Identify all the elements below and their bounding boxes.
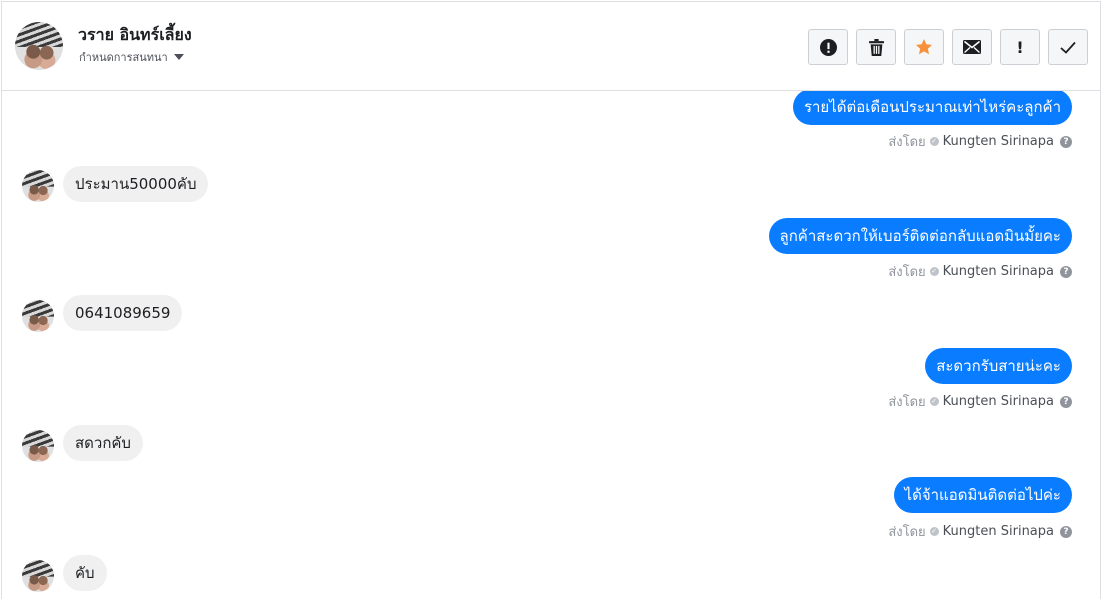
help-icon[interactable]: ? [1060, 395, 1072, 408]
help-icon[interactable]: ? [1060, 265, 1072, 278]
contact-avatar[interactable] [15, 22, 63, 70]
sender-avatar[interactable] [22, 560, 54, 592]
mark-spam-button[interactable] [808, 29, 848, 65]
message-list[interactable]: รายได้ต่อเดือนประมาณเท่าไหร่คะลูกค้า ส่ง… [2, 89, 1100, 599]
incoming-message[interactable]: สดวกคับ [63, 425, 143, 461]
sender-info: ส่งโดย ✓ Kungten Sirinapa ? [888, 131, 1072, 152]
sender-avatar[interactable] [22, 430, 54, 462]
outgoing-message[interactable]: ได้จ้าแอดมินติดต่อไปค่ะ [893, 477, 1072, 513]
incoming-message[interactable]: ประมาน50000คับ [63, 166, 209, 202]
header-actions: ! [808, 29, 1088, 65]
assign-conversation-label: กำหนดการสนทนา [79, 51, 168, 64]
contact-name[interactable]: วราย อินทร์เลี้ยง [78, 23, 192, 48]
follow-up-label: ! [1016, 37, 1024, 57]
checkmark-icon [1060, 41, 1076, 54]
sender-photo [22, 560, 54, 592]
trash-icon [868, 38, 884, 56]
sender-name[interactable]: Kungten Sirinapa [943, 524, 1054, 539]
verified-icon: ✓ [929, 267, 939, 276]
star-icon [915, 39, 933, 55]
outgoing-message[interactable]: รายได้ต่อเดือนประมาณเท่าไหร่คะลูกค้า [792, 89, 1072, 125]
incoming-message[interactable]: คับ [63, 555, 107, 591]
incoming-message[interactable]: 0641089659 [63, 295, 183, 331]
assign-conversation-dropdown[interactable]: กำหนดการสนทนา [79, 48, 184, 66]
contact-photo [15, 22, 63, 70]
sender-name[interactable]: Kungten Sirinapa [943, 264, 1054, 279]
sender-avatar[interactable] [22, 170, 54, 202]
sender-info: ส่งโดย ✓ Kungten Sirinapa ? [888, 391, 1072, 412]
sender-photo [22, 300, 54, 332]
sender-photo [22, 170, 54, 202]
conversation-panel: วราย อินทร์เลี้ยง กำหนดการสนทนา ! รายได้… [1, 1, 1101, 599]
verified-icon: ✓ [929, 137, 939, 146]
envelope-icon [963, 40, 981, 54]
follow-up-button[interactable]: ! [1000, 29, 1040, 65]
exclamation-circle-icon [819, 38, 837, 56]
sender-name[interactable]: Kungten Sirinapa [943, 394, 1054, 409]
help-icon[interactable]: ? [1060, 135, 1072, 148]
star-button[interactable] [904, 29, 944, 65]
outgoing-message[interactable]: สะดวกรับสายน่ะคะ [925, 348, 1072, 384]
sender-prefix: ส่งโดย [888, 135, 926, 150]
verified-icon: ✓ [929, 527, 939, 536]
sender-name[interactable]: Kungten Sirinapa [943, 134, 1054, 149]
sender-info: ส่งโดย ✓ Kungten Sirinapa ? [888, 261, 1072, 282]
delete-button[interactable] [856, 29, 896, 65]
mark-unread-button[interactable] [952, 29, 992, 65]
conversation-header: วราย อินทร์เลี้ยง กำหนดการสนทนา ! [2, 2, 1100, 91]
sender-avatar[interactable] [22, 300, 54, 332]
outgoing-message[interactable]: ลูกค้าสะดวกให้เบอร์ติดต่อกลับแอดมินมั้ยค… [768, 218, 1072, 254]
mark-done-button[interactable] [1048, 29, 1088, 65]
sender-prefix: ส่งโดย [888, 265, 926, 280]
sender-prefix: ส่งโดย [888, 395, 926, 410]
verified-icon: ✓ [929, 397, 939, 406]
caret-down-icon [173, 54, 184, 60]
sender-prefix: ส่งโดย [888, 525, 926, 540]
sender-photo [22, 430, 54, 462]
sender-info: ส่งโดย ✓ Kungten Sirinapa ? [888, 521, 1072, 542]
help-icon[interactable]: ? [1060, 525, 1072, 538]
